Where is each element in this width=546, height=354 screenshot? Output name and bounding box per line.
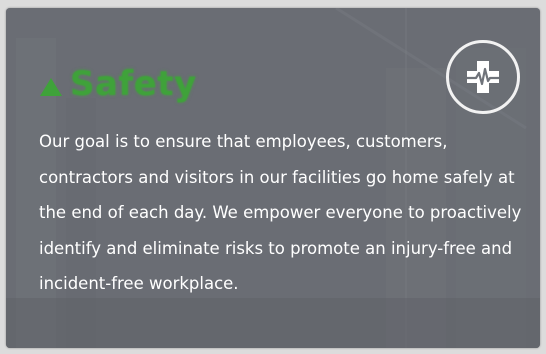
medical-cross-heartbeat-icon — [446, 40, 520, 114]
card-body-text: Our goal is to ensure that employees, cu… — [39, 132, 522, 293]
card-header: Safety — [40, 64, 197, 104]
card-title: Safety — [70, 64, 197, 104]
safety-card: Safety Our goal is to ensure that employ… — [6, 8, 540, 348]
warning-triangle-icon — [40, 78, 62, 96]
